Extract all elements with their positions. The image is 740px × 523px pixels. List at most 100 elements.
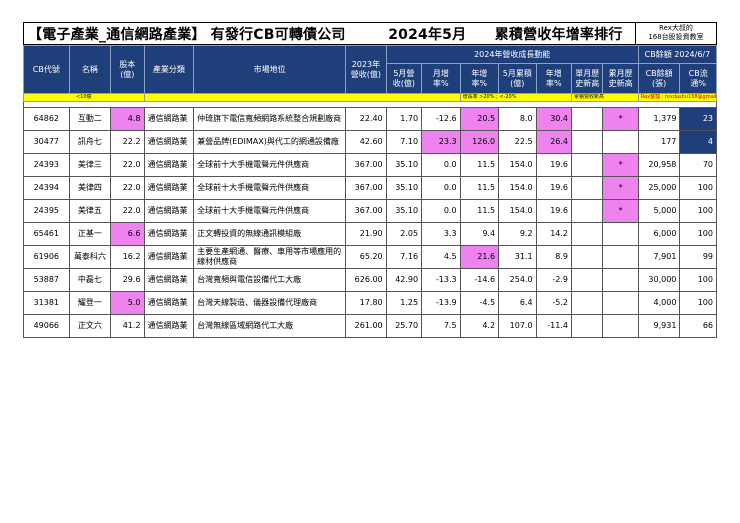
monthly-high-cell xyxy=(570,268,604,292)
header-name: 名稱 xyxy=(68,45,112,94)
header-cb-code: CB代號 xyxy=(23,45,70,94)
table-row: 24394 美律四 22.0 通信網路業 全球前十大手機電聲元件供應商 367.00 35.… xyxy=(23,176,717,200)
cb-code-cell: 49066 xyxy=(23,314,70,338)
industry-cell: 通信網路業 xyxy=(143,107,195,131)
industry-cell: 通信網路業 xyxy=(143,268,195,292)
market-position-cell: 全球前十大手機電聲元件供應商 xyxy=(193,176,347,200)
capital-cell: 22.2 xyxy=(110,130,145,154)
may-revenue-cell: 2.05 xyxy=(385,222,423,246)
report-sheet: 【電子產業_通信網路產業】 有發行CB可轉債公司 2024年5月 累積營收年增率… xyxy=(23,22,718,338)
cb-ratio-cell: 99 xyxy=(679,245,717,269)
revenue-2023-cell: 22.40 xyxy=(345,107,387,131)
cumulative-yoy-cell: -2.9 xyxy=(535,268,573,292)
cb-amount-cell: 1,379 xyxy=(637,107,681,131)
may-cumulative-cell: 254.0 xyxy=(498,268,537,292)
cb-ranking-table: CB代號 名稱 股本(億) 產業分類 市場地位 2023年營收(億) 2024年… xyxy=(23,45,718,338)
revenue-2023-cell: 42.60 xyxy=(345,130,387,154)
market-position-cell: 主要生產網通、醫療、車用等市場應用的線材供應商 xyxy=(193,245,347,269)
industry-cell: 通信網路業 xyxy=(143,153,195,177)
page-title: 【電子產業_通信網路產業】 有發行CB可轉債公司 2024年5月 累積營收年增率… xyxy=(28,27,623,43)
revenue-2023-cell: 367.00 xyxy=(345,199,387,223)
may-cumulative-cell: 31.1 xyxy=(498,245,537,269)
industry-cell: 通信網路業 xyxy=(143,222,195,246)
capital-cell: 4.8 xyxy=(110,107,145,131)
cb-amount-cell: 7,901 xyxy=(637,245,681,269)
capital-cell: 6.6 xyxy=(110,222,145,246)
revenue-2023-cell: 21.90 xyxy=(345,222,387,246)
yoy-cell: 126.0 xyxy=(459,130,500,154)
cumulative-yoy-cell: 19.6 xyxy=(535,199,573,223)
yoy-cell: 20.5 xyxy=(459,107,500,131)
may-revenue-cell: 1.25 xyxy=(385,291,423,315)
may-revenue-cell: 35.10 xyxy=(385,153,423,177)
yoy-cell: 11.5 xyxy=(459,176,500,200)
header-cumulative-high: 累月歷史新高 xyxy=(602,63,639,94)
industry-cell: 通信網路業 xyxy=(143,245,195,269)
note-contact: Rex整理 : rexdashu168@gmail.com xyxy=(637,93,718,102)
mom-cell: 0.0 xyxy=(421,153,461,177)
name-cell: 訊舟七 xyxy=(68,130,112,154)
cb-code-cell: 31381 xyxy=(23,291,70,315)
table-row: 30477 訊舟七 22.2 通信網路業 兼營品牌(EDIMAX)與代工的網通設備廠 42… xyxy=(23,130,717,154)
market-position-cell: 正文轉投資的無線通訊模組廠 xyxy=(193,222,347,246)
may-revenue-cell: 1.70 xyxy=(385,107,423,131)
may-cumulative-cell: 8.0 xyxy=(498,107,537,131)
may-revenue-cell: 35.10 xyxy=(385,199,423,223)
revenue-2023-cell: 17.80 xyxy=(345,291,387,315)
header-yoy: 年增率% xyxy=(459,63,500,94)
cb-amount-cell: 177 xyxy=(637,130,681,154)
header-cumulative-yoy: 年增率% xyxy=(535,63,573,94)
may-cumulative-cell: 22.5 xyxy=(498,130,537,154)
cb-amount-cell: 6,000 xyxy=(637,222,681,246)
header-industry: 產業分類 xyxy=(143,45,195,94)
cb-ratio-cell: 70 xyxy=(679,153,717,177)
table-row: 64862 互動二 4.8 通信網路業 仲琦旗下電信寬頻網路系統整合規劃廠商 22.40 1… xyxy=(23,107,717,131)
name-cell: 正文六 xyxy=(68,314,112,338)
market-position-cell: 兼營品牌(EDIMAX)與代工的網通設備廠 xyxy=(193,130,347,154)
mom-cell: 4.5 xyxy=(421,245,461,269)
may-cumulative-cell: 154.0 xyxy=(498,176,537,200)
cumulative-yoy-cell: 26.4 xyxy=(535,130,573,154)
monthly-high-cell xyxy=(570,222,604,246)
cumulative-high-cell xyxy=(602,268,639,292)
may-revenue-cell: 42.90 xyxy=(385,268,423,292)
capital-cell: 22.0 xyxy=(110,199,145,223)
monthly-high-cell xyxy=(570,153,604,177)
header-cb-amount: CB餘額(張) xyxy=(637,63,681,94)
header-revenue-2023: 2023年營收(億) xyxy=(345,45,387,94)
name-cell: 中磊七 xyxy=(68,268,112,292)
table-row: 31381 耀登一 5.0 通信網路業 台灣天線製造、儀器設備代理廠商 17.80 1.25… xyxy=(23,291,717,315)
capital-cell: 41.2 xyxy=(110,314,145,338)
cb-ratio-cell: 100 xyxy=(679,268,717,292)
yoy-cell: 11.5 xyxy=(459,153,500,177)
yoy-cell: 11.5 xyxy=(459,199,500,223)
monthly-high-cell xyxy=(570,176,604,200)
cumulative-high-cell xyxy=(602,222,639,246)
industry-cell: 通信網路業 xyxy=(143,176,195,200)
revenue-2023-cell: 65.20 xyxy=(345,245,387,269)
header-cb-ratio: CB流通% xyxy=(679,63,717,94)
may-cumulative-cell: 9.2 xyxy=(498,222,537,246)
revenue-2023-cell: 367.00 xyxy=(345,176,387,200)
cumulative-high-cell: * xyxy=(602,199,639,223)
table-row: 24393 美律三 22.0 通信網路業 全球前十大手機電聲元件供應商 367.00 35.… xyxy=(23,153,717,177)
table-row: 24395 美律五 22.0 通信網路業 全球前十大手機電聲元件供應商 367.00 35.… xyxy=(23,199,717,223)
cb-ratio-cell: 66 xyxy=(679,314,717,338)
revenue-2023-cell: 367.00 xyxy=(345,153,387,177)
mom-cell: 0.0 xyxy=(421,199,461,223)
mom-cell: -13.3 xyxy=(421,268,461,292)
header-row-1: CB代號 名稱 股本(億) 產業分類 市場地位 2023年營收(億) 2024年… xyxy=(23,45,718,94)
header-market-position: 市場地位 xyxy=(193,45,347,94)
mom-cell: -12.6 xyxy=(421,107,461,131)
cumulative-high-cell xyxy=(602,314,639,338)
cb-amount-cell: 30,000 xyxy=(637,268,681,292)
yoy-cell: 9.4 xyxy=(459,222,500,246)
cumulative-yoy-cell: 19.6 xyxy=(535,176,573,200)
mom-cell: 7.5 xyxy=(421,314,461,338)
cb-amount-cell: 5,000 xyxy=(637,199,681,223)
cb-code-cell: 53887 xyxy=(23,268,70,292)
cb-code-cell: 61906 xyxy=(23,245,70,269)
monthly-high-cell xyxy=(570,107,604,131)
market-position-cell: 台灣寬頻與電信設備代工大廠 xyxy=(193,268,347,292)
header-monthly-high: 單月歷史新高 xyxy=(570,63,604,94)
